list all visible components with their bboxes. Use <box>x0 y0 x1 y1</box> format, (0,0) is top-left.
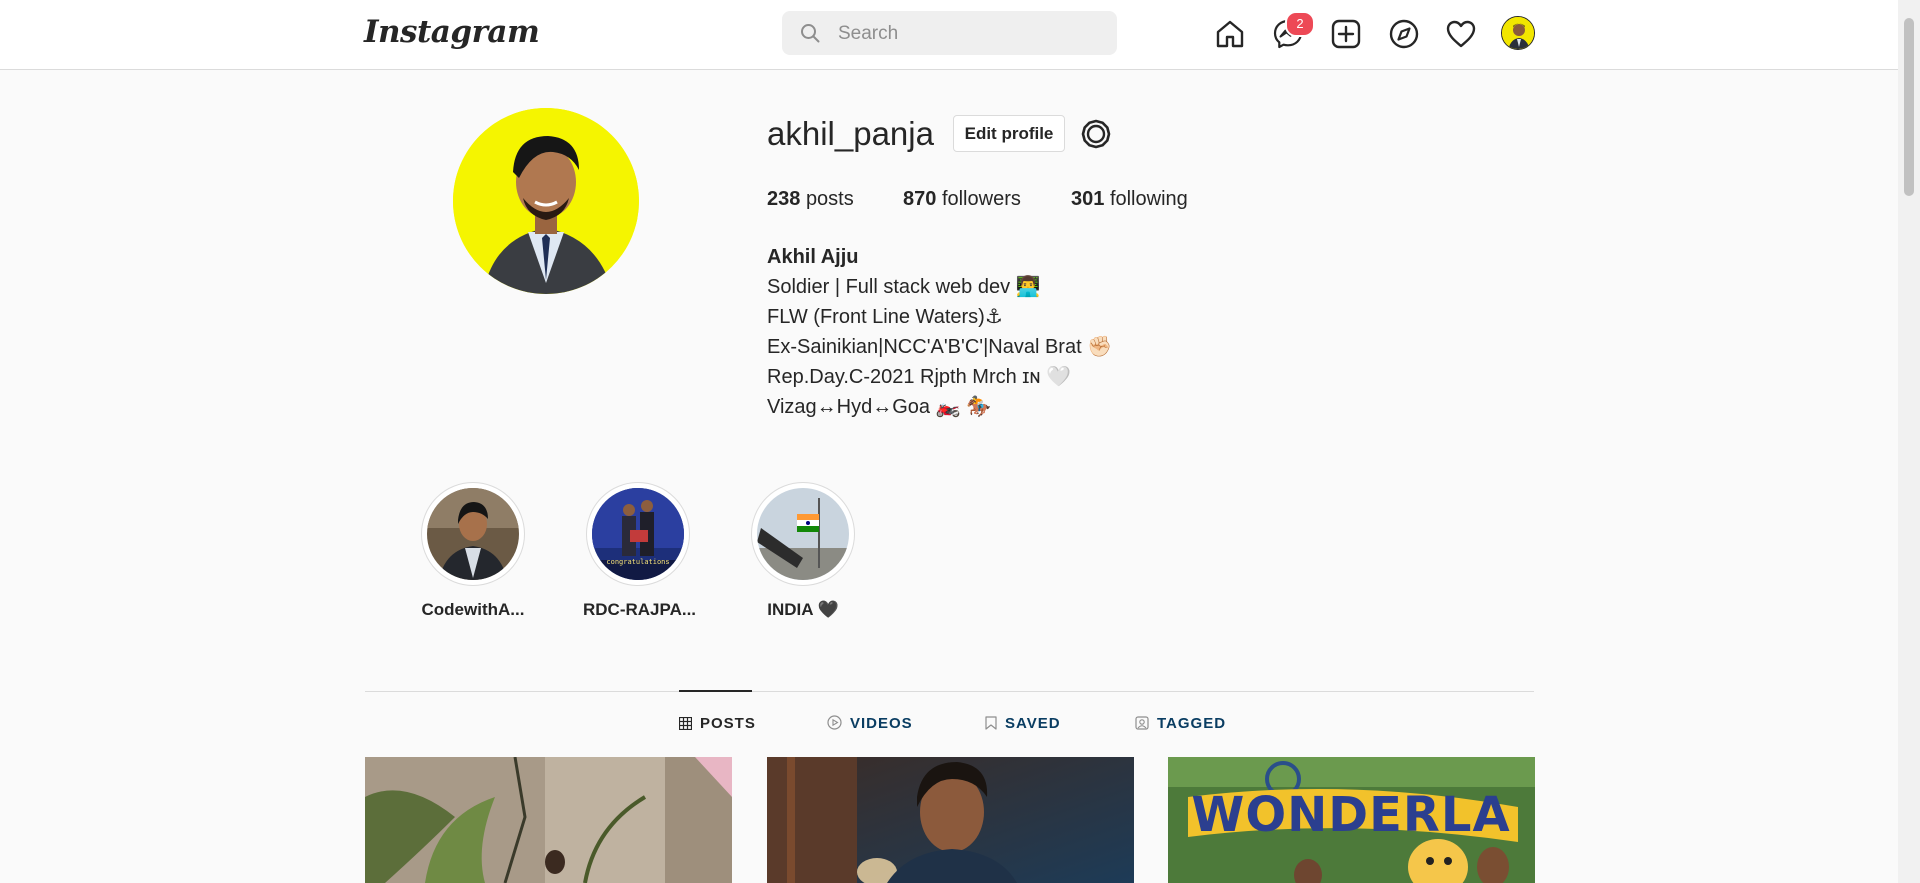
followers-count: 870 <box>903 188 937 210</box>
highlight-ring: congratulations <box>586 482 690 586</box>
grid-icon <box>678 716 693 731</box>
tab-saved[interactable]: SAVED <box>985 715 1061 732</box>
tab-tagged[interactable]: TAGGED <box>1135 715 1226 732</box>
edit-profile-button[interactable]: Edit profile <box>953 115 1065 152</box>
tab-label: SAVED <box>1005 715 1061 732</box>
following-count: 301 <box>1071 188 1105 210</box>
highlight-ring <box>421 482 525 586</box>
profile-username: akhil_panja <box>767 115 934 152</box>
settings-gear-icon[interactable] <box>1080 118 1112 150</box>
bio-line: FLW (Front Line Waters)⚓ <box>767 306 1003 328</box>
tab-posts[interactable]: POSTS <box>678 715 756 732</box>
post-thumbnail[interactable] <box>365 757 732 883</box>
bio-line: Vizag↔Hyd↔Goa 🏍️ 🏇 <box>767 396 991 418</box>
story-highlight[interactable]: congratulations RDC-RAJPA... <box>583 482 697 620</box>
bookmark-icon <box>985 716 997 730</box>
play-circle-icon <box>827 715 842 730</box>
following-label: following <box>1109 188 1188 210</box>
scrollbar-thumb[interactable] <box>1904 18 1914 196</box>
post-overlay-text: WONDERLA <box>1191 787 1511 843</box>
instagram-logo[interactable]: Instagram <box>364 14 540 50</box>
posts-stat: 238 posts <box>767 188 854 211</box>
nav-profile-avatar[interactable] <box>1501 16 1535 50</box>
profile-bio: Akhil Ajju Soldier | Full stack web dev … <box>767 242 1112 422</box>
search-icon <box>801 24 820 43</box>
posts-count: 238 <box>767 188 801 210</box>
tag-person-icon <box>1135 716 1149 730</box>
profile-photo <box>453 108 639 294</box>
followers-stat[interactable]: 870 followers <box>903 188 1021 211</box>
profile-avatar[interactable] <box>453 108 639 294</box>
highlight-label: INDIA 🖤 <box>767 600 839 619</box>
highlight-cover-text: congratulations <box>606 558 670 566</box>
highlight-cover: congratulations <box>592 488 684 580</box>
nav-avatar-photo <box>1502 17 1534 49</box>
highlight-ring <box>751 482 855 586</box>
top-navbar: Instagram 2 <box>0 0 1898 70</box>
home-icon[interactable] <box>1214 18 1246 50</box>
new-post-icon[interactable] <box>1330 18 1362 50</box>
post-thumbnail[interactable]: WONDERLA <box>1168 757 1535 883</box>
post-thumbnail[interactable] <box>767 757 1134 883</box>
explore-icon[interactable] <box>1388 18 1420 50</box>
post-image <box>365 757 732 883</box>
tab-videos[interactable]: VIDEOS <box>827 715 913 732</box>
followers-label: followers <box>941 188 1021 210</box>
bio-full-name: Akhil Ajju <box>767 246 859 268</box>
search-box[interactable] <box>782 11 1117 57</box>
highlight-label: CodewithA... <box>421 600 525 619</box>
posts-label: posts <box>805 188 854 210</box>
search-input[interactable] <box>836 11 1100 57</box>
bio-line: Rep.Day.C-2021 Rjpth Mrch ɪɴ 🤍 <box>767 366 1071 388</box>
messages-badge: 2 <box>1285 11 1315 37</box>
highlight-cover <box>757 488 849 580</box>
story-highlight[interactable]: CodewithA... <box>418 482 528 620</box>
highlight-label: RDC-RAJPA... <box>583 600 697 619</box>
active-tab-indicator <box>679 690 752 692</box>
story-highlight[interactable]: INDIA 🖤 <box>748 482 858 620</box>
tab-label: TAGGED <box>1157 715 1227 732</box>
following-stat[interactable]: 301 following <box>1071 188 1188 211</box>
tab-label: POSTS <box>700 715 756 732</box>
tabs-divider <box>365 691 1534 692</box>
activity-heart-icon[interactable] <box>1445 18 1477 50</box>
post-image <box>767 757 1134 883</box>
highlight-cover <box>427 488 519 580</box>
bio-line: Ex-Sainikian|NCC'A'B'C'|Naval Brat ✊🏻 <box>767 336 1113 358</box>
tab-label: VIDEOS <box>850 715 913 732</box>
bio-line: Soldier | Full stack web dev 👨‍💻 <box>767 276 1041 298</box>
